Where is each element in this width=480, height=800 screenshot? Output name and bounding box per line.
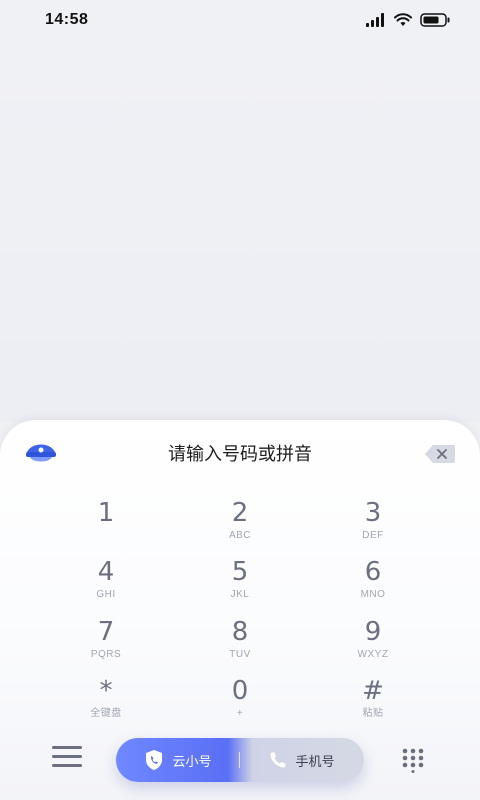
key-digit: 6	[364, 557, 382, 587]
key-hash[interactable]: # 粘贴	[313, 676, 433, 732]
cloud-number-call-button[interactable]: 云小号	[116, 738, 240, 782]
shield-phone-icon	[146, 750, 163, 770]
phone-number-label: 手机号	[295, 753, 335, 769]
key-2[interactable]: 2 ABC	[180, 498, 300, 554]
backspace-icon[interactable]	[424, 444, 456, 464]
key-0[interactable]: 0 +	[180, 676, 300, 732]
key-6[interactable]: 6 MNO	[313, 557, 433, 613]
key-3[interactable]: 3 DEF	[313, 498, 433, 554]
phone-icon	[270, 752, 286, 768]
key-letters: PQRS	[90, 649, 122, 660]
key-letters: WXYZ	[357, 649, 389, 660]
key-letters: +	[236, 708, 244, 719]
key-1[interactable]: 1	[46, 498, 166, 554]
status-time: 14:58	[45, 11, 89, 28]
status-bar: 14:58	[0, 0, 480, 42]
key-4[interactable]: 4 GHI	[46, 557, 166, 613]
key-digit: *	[99, 676, 113, 706]
key-letters: DEF	[362, 530, 384, 541]
status-icons	[366, 13, 450, 27]
keypad-grid-icon[interactable]	[400, 747, 426, 773]
key-letters: ABC	[228, 530, 252, 541]
key-star[interactable]: * 全键盘	[46, 676, 166, 732]
key-digit: 9	[364, 617, 382, 647]
key-5[interactable]: 5 JKL	[180, 557, 300, 613]
key-digit: 5	[231, 557, 249, 587]
menu-icon[interactable]	[52, 746, 82, 772]
key-digit: #	[362, 676, 384, 706]
key-digit: 4	[97, 557, 115, 587]
signal-icon	[366, 13, 384, 27]
key-digit: 1	[97, 498, 115, 528]
call-button-group: 云小号 手机号	[116, 738, 364, 782]
call-log-area	[0, 42, 480, 422]
phone-number-call-button[interactable]: 手机号	[240, 738, 364, 782]
key-8[interactable]: 8 TUV	[180, 617, 300, 673]
key-digit: 2	[231, 498, 249, 528]
dial-input[interactable]: 请输入号码或拼音	[0, 442, 480, 466]
bottom-bar: 云小号 手机号	[0, 730, 480, 800]
key-7[interactable]: 7 PQRS	[46, 617, 166, 673]
key-digit: 3	[364, 498, 382, 528]
wifi-icon	[394, 13, 412, 26]
pill-divider	[239, 752, 240, 768]
battery-icon	[420, 13, 450, 27]
cloud-number-label: 云小号	[172, 753, 212, 769]
key-letters: 全键盘	[90, 708, 122, 719]
key-digit: 0	[231, 676, 249, 706]
dialer-header: 请输入号码或拼音	[0, 420, 480, 486]
key-letters: 粘贴	[362, 708, 384, 719]
key-digit: 8	[231, 617, 249, 647]
key-letters: GHI	[96, 589, 116, 600]
key-digit: 7	[97, 617, 115, 647]
key-letters: TUV	[229, 649, 251, 660]
key-letters: MNO	[360, 589, 386, 600]
key-9[interactable]: 9 WXYZ	[313, 617, 433, 673]
key-letters: JKL	[230, 589, 250, 600]
